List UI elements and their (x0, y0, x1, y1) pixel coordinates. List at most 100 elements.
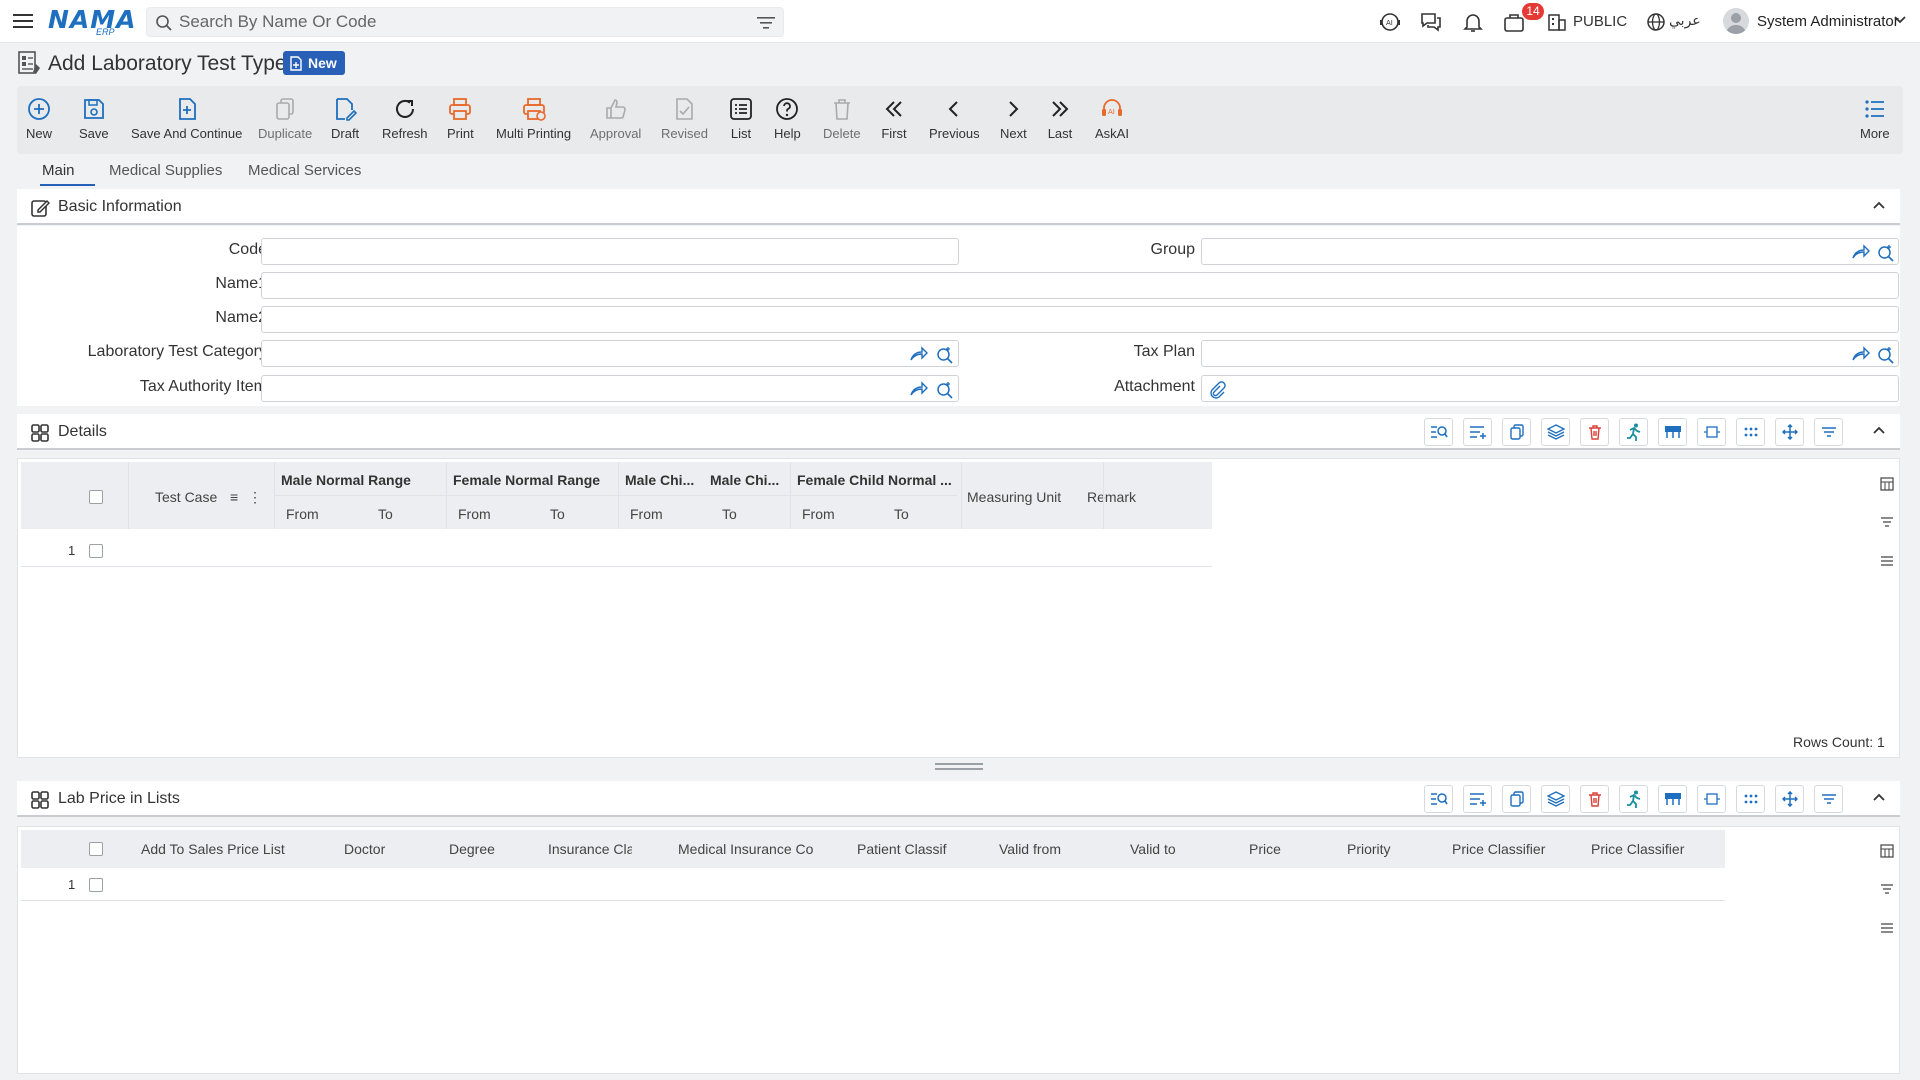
attachment-field[interactable] (1201, 375, 1899, 402)
open-link-icon[interactable] (1852, 244, 1870, 260)
fit-columns-icon[interactable] (1697, 418, 1726, 446)
add-row-icon[interactable] (1463, 418, 1492, 446)
select-all-checkbox[interactable] (89, 490, 103, 504)
draft-button[interactable]: Draft (331, 96, 359, 141)
lookup-search-icon[interactable] (936, 381, 954, 399)
chat-icon[interactable] (1419, 10, 1443, 34)
avatar[interactable] (1723, 8, 1749, 34)
tax-authority-item-field[interactable] (261, 375, 959, 402)
move-icon[interactable] (1775, 418, 1804, 446)
filter-icon[interactable] (1880, 883, 1894, 895)
name1-field[interactable] (261, 272, 1899, 299)
resize-handle[interactable] (935, 763, 983, 770)
chevron-down-icon[interactable] (1893, 15, 1907, 25)
col-from[interactable]: From (802, 506, 835, 522)
row-checkbox[interactable] (89, 878, 103, 892)
col-valid-to[interactable]: Valid to (1130, 841, 1176, 857)
menu-icon[interactable] (12, 10, 34, 32)
details-header[interactable]: Details (17, 414, 1900, 450)
print-button[interactable]: Print (447, 96, 474, 141)
col-price[interactable]: Price (1249, 841, 1281, 857)
row-checkbox[interactable] (89, 544, 103, 558)
first-button[interactable]: First (881, 96, 907, 141)
revised-button[interactable]: Revised (661, 96, 708, 141)
col-add-to-sales-price-list[interactable]: Add To Sales Price List (141, 841, 285, 857)
save-and-continue-button[interactable]: Save And Continue (131, 96, 242, 141)
delete-row-icon[interactable] (1580, 418, 1609, 446)
column-menu-icon[interactable]: ⋮ (248, 489, 262, 506)
col-price-classifier-2[interactable]: Price Classifier (1591, 841, 1685, 857)
dots-grid-icon[interactable] (1736, 785, 1765, 813)
paperclip-icon[interactable] (1208, 381, 1226, 399)
table-settings-icon[interactable] (1658, 785, 1687, 813)
help-button[interactable]: Help (774, 96, 801, 141)
chevron-up-icon[interactable] (1872, 200, 1886, 210)
save-button[interactable]: Save (79, 96, 109, 141)
col-remark[interactable]: Remark (1087, 489, 1136, 505)
ai-assistant-icon[interactable]: AI (1378, 10, 1402, 34)
dots-grid-icon[interactable] (1736, 418, 1765, 446)
refresh-button[interactable]: Refresh (382, 96, 428, 141)
running-person-icon[interactable] (1619, 785, 1648, 813)
delete-row-icon[interactable] (1580, 785, 1609, 813)
open-link-icon[interactable] (910, 381, 928, 397)
add-row-icon[interactable] (1463, 785, 1492, 813)
copy-row-icon[interactable] (1502, 785, 1531, 813)
filter-icon[interactable] (1880, 516, 1894, 528)
new-button[interactable]: New (26, 96, 52, 141)
column-filter-icon[interactable]: ≡ (230, 489, 238, 505)
running-person-icon[interactable] (1619, 418, 1648, 446)
search-rows-icon[interactable] (1424, 418, 1453, 446)
last-button[interactable]: Last (1047, 96, 1073, 141)
askai-button[interactable]: AI AskAI (1095, 96, 1129, 141)
column-chooser-icon[interactable] (1880, 844, 1894, 858)
col-measuring-unit[interactable]: Measuring Unit (967, 489, 1061, 505)
col-from[interactable]: From (286, 506, 319, 522)
language-switch[interactable]: عربي (1669, 13, 1701, 29)
col-from[interactable]: From (630, 506, 663, 522)
layers-icon[interactable] (1541, 785, 1570, 813)
tax-plan-field[interactable] (1201, 340, 1899, 367)
approval-button[interactable]: Approval (590, 96, 641, 141)
col-from[interactable]: From (458, 506, 491, 522)
chevron-up-icon[interactable] (1872, 792, 1886, 802)
basic-info-header[interactable]: Basic Information (17, 189, 1900, 225)
lookup-search-icon[interactable] (1877, 244, 1895, 262)
col-price-classifier-1[interactable]: Price Classifier (1452, 841, 1546, 857)
user-name[interactable]: System Administrator (1757, 13, 1899, 30)
search-input[interactable] (179, 12, 729, 32)
delete-button[interactable]: Delete (823, 96, 861, 141)
lookup-search-icon[interactable] (1877, 346, 1895, 364)
open-link-icon[interactable] (1852, 346, 1870, 362)
select-all-checkbox[interactable] (89, 842, 103, 856)
open-link-icon[interactable] (910, 346, 928, 362)
layers-icon[interactable] (1541, 418, 1570, 446)
lab-price-header[interactable]: Lab Price in Lists (17, 781, 1900, 817)
col-valid-from[interactable]: Valid from (999, 841, 1061, 857)
code-field[interactable] (261, 238, 959, 265)
tab-medical-services[interactable]: Medical Services (248, 162, 361, 179)
col-to[interactable]: To (894, 506, 909, 522)
globe-icon[interactable] (1646, 12, 1666, 32)
tab-medical-supplies[interactable]: Medical Supplies (109, 162, 222, 179)
col-to[interactable]: To (378, 506, 393, 522)
col-degree[interactable]: Degree (449, 841, 495, 857)
table-settings-icon[interactable] (1658, 418, 1687, 446)
col-test-case[interactable]: Test Case (155, 489, 217, 505)
row-density-icon[interactable] (1880, 555, 1894, 567)
list-button[interactable]: List (728, 96, 754, 141)
multi-printing-button[interactable]: Multi Printing (496, 96, 571, 141)
col-priority[interactable]: Priority (1347, 841, 1391, 857)
search-rows-icon[interactable] (1424, 785, 1453, 813)
lab-test-category-field[interactable] (261, 340, 959, 367)
col-doctor[interactable]: Doctor (344, 841, 385, 857)
filter-icon[interactable] (757, 15, 775, 31)
lookup-search-icon[interactable] (936, 346, 954, 364)
col-insurance-class[interactable]: Insurance Cla (548, 841, 632, 857)
col-to[interactable]: To (550, 506, 565, 522)
copy-row-icon[interactable] (1502, 418, 1531, 446)
company-label[interactable]: PUBLIC (1573, 13, 1627, 30)
filter-icon[interactable] (1814, 785, 1843, 813)
group-field[interactable] (1201, 238, 1899, 265)
row-density-icon[interactable] (1880, 922, 1894, 934)
